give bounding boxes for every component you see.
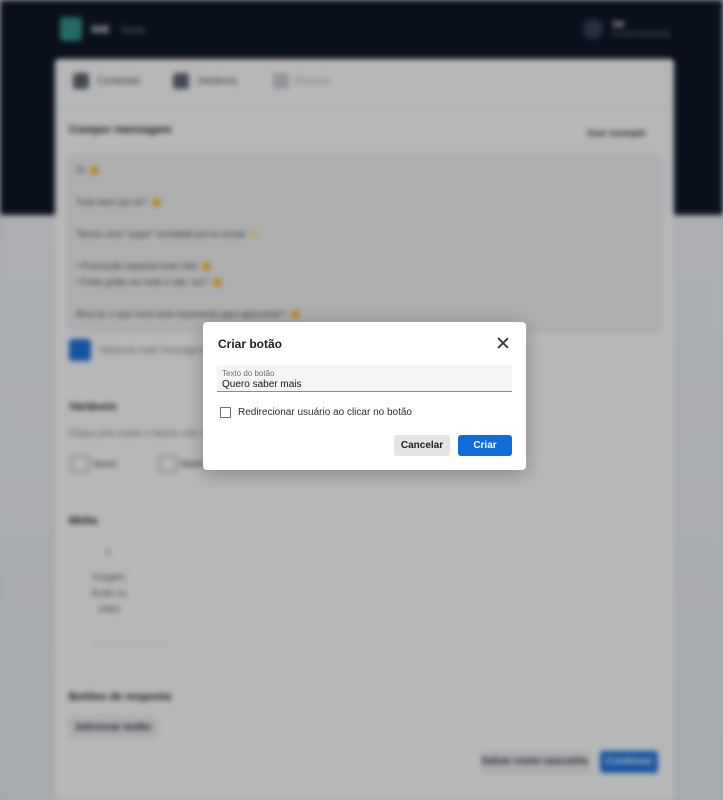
button-text-label: Texto do botão (222, 369, 275, 378)
close-icon[interactable] (495, 335, 511, 351)
dialog-title: Criar botão (218, 337, 283, 351)
cancel-button[interactable]: Cancelar (394, 435, 450, 456)
redirect-checkbox-label: Redirecionar usuário ao clicar no botão (238, 407, 412, 418)
create-button-dialog: Criar botão Texto do botão Redirecionar … (203, 322, 526, 470)
button-text-input[interactable] (221, 378, 508, 390)
button-text-field[interactable]: Texto do botão (217, 365, 512, 392)
create-button[interactable]: Criar (458, 435, 512, 456)
redirect-checkbox[interactable] (220, 407, 231, 418)
